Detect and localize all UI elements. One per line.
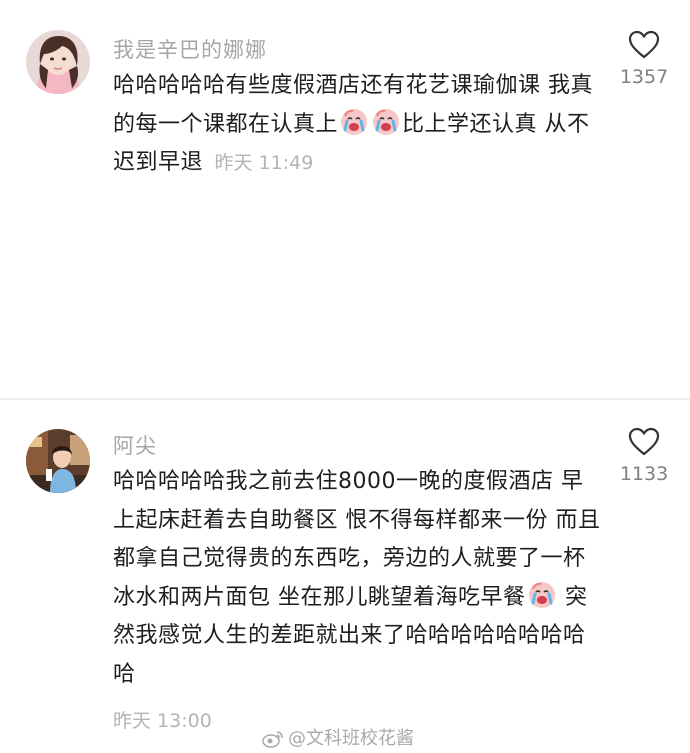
like-count: 1357 xyxy=(619,66,669,88)
crying-face-emoji xyxy=(341,108,368,135)
crying-face-emoji xyxy=(528,581,555,608)
heart-icon[interactable] xyxy=(628,30,660,60)
weibo-logo-icon xyxy=(262,731,283,748)
comment-item: 我是辛巴的娜娜 哈哈哈哈哈有些度假酒店还有花艺课瑜伽课 我真的每一个课都在认真上… xyxy=(0,0,690,398)
username[interactable]: 我是辛巴的娜娜 xyxy=(113,34,267,64)
comment-item: 阿尖 哈哈哈哈哈我之前去住8000一晚的度假酒店 早上起床赶着去自助餐区 恨不得… xyxy=(0,401,690,753)
comment-text: 哈哈哈哈哈有些度假酒店还有花艺课瑜伽课 我真的每一个课都在认真上 比上学还认真 从… xyxy=(113,67,603,183)
avatar[interactable] xyxy=(26,30,90,94)
like-button[interactable]: 1133 xyxy=(612,427,676,485)
comment-time: 昨天 13:00 xyxy=(113,710,212,732)
crying-face-emoji xyxy=(373,108,400,135)
avatar[interactable] xyxy=(26,429,90,493)
watermark: @文科班校花酱 xyxy=(262,724,414,750)
divider xyxy=(0,398,690,400)
watermark-text: @文科班校花酱 xyxy=(288,728,414,749)
username[interactable]: 阿尖 xyxy=(113,430,157,460)
comment-page: 我是辛巴的娜娜 哈哈哈哈哈有些度假酒店还有花艺课瑜伽课 我真的每一个课都在认真上… xyxy=(0,0,690,753)
comment-text: 哈哈哈哈哈我之前去住8000一晚的度假酒店 早上起床赶着去自助餐区 恨不得每样都… xyxy=(113,463,603,694)
heart-icon[interactable] xyxy=(628,427,660,457)
like-count: 1133 xyxy=(619,463,669,485)
comment-time: 昨天 11:49 xyxy=(214,152,314,174)
like-button[interactable]: 1357 xyxy=(612,30,676,88)
